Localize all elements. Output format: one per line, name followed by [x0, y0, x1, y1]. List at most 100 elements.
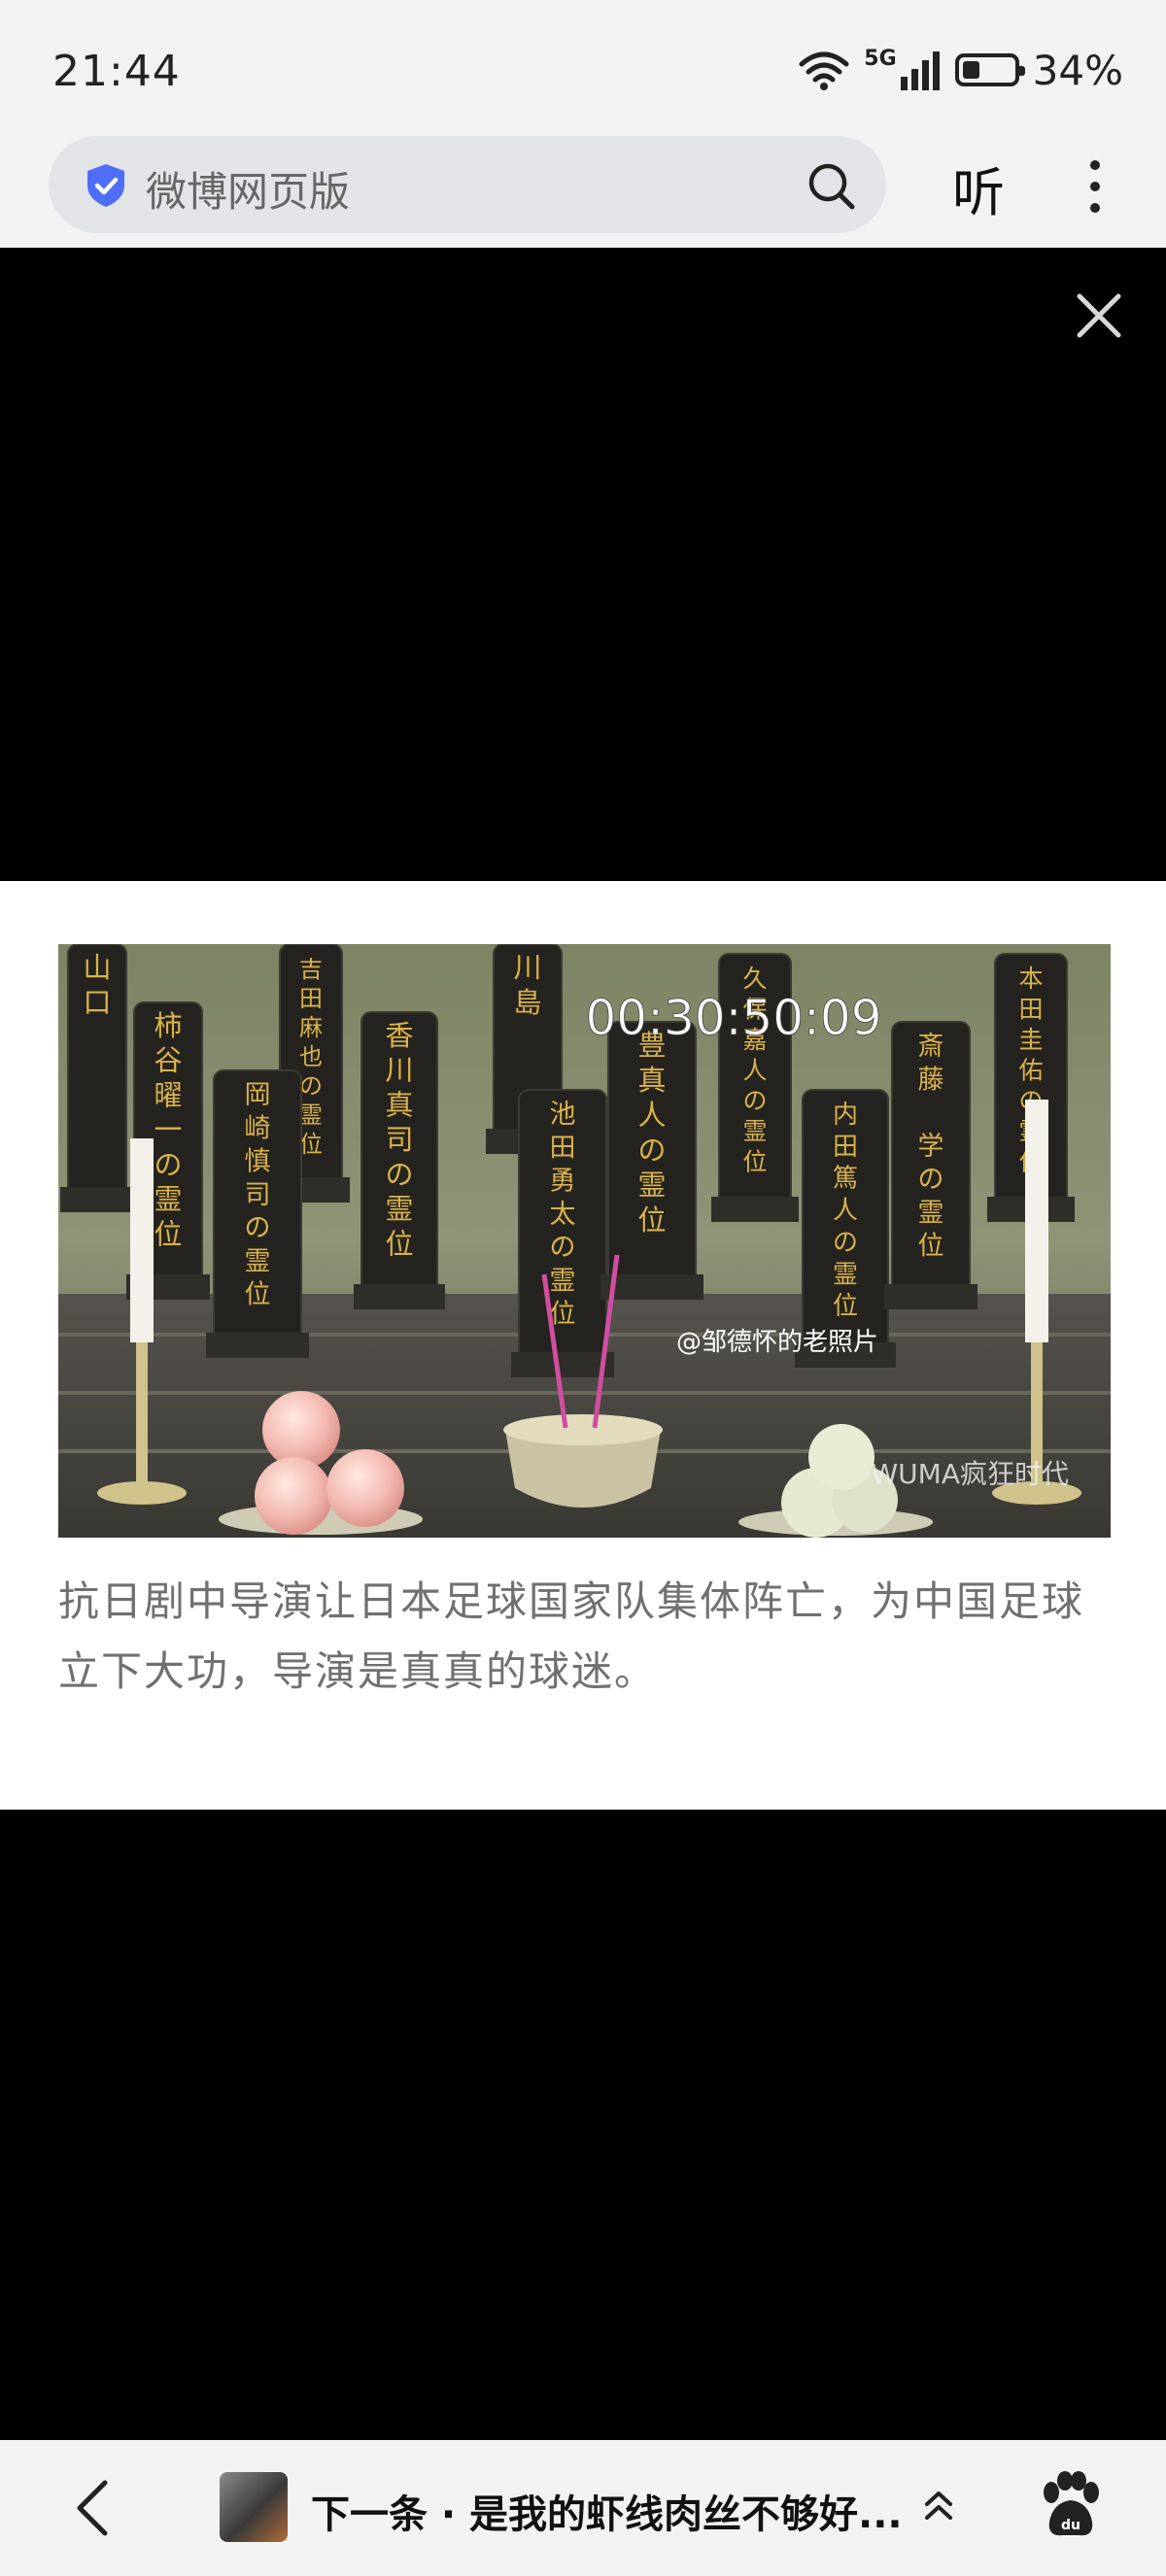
tablet-character: 曜 — [154, 1078, 182, 1111]
memorial-tablet: 池田勇太の霊位 — [511, 1089, 614, 1377]
baidu-paw-icon[interactable]: du — [1040, 2471, 1102, 2539]
tablet-character: 霊 — [299, 1102, 323, 1129]
tablet-character: 崎 — [245, 1113, 271, 1143]
tablet-character: 真 — [637, 1064, 666, 1097]
network-type-label: 5G — [864, 46, 897, 71]
weibo-watermark: @邹德怀的老照片 — [676, 1328, 878, 1357]
tablet-character: 麻 — [299, 1014, 323, 1041]
tablet-character: の — [918, 1165, 944, 1195]
overlay-top — [0, 248, 1166, 881]
overlay-bottom — [0, 1810, 1166, 2440]
tablet-character: 篤 — [833, 1165, 858, 1194]
memorial-tablet: 内田篤人の霊位 — [795, 1089, 896, 1368]
post-card: 山口柿谷曜一の霊位吉田麻也の霊位岡崎慎司の霊位香川真司の霊位川島池田勇太の霊位豊… — [0, 881, 1166, 1810]
tablet-character: の — [245, 1213, 271, 1243]
tablet-character: の — [550, 1233, 576, 1263]
tablet-character: 司 — [385, 1123, 413, 1156]
back-arrow-icon[interactable] — [68, 2477, 117, 2539]
tablet-character: 也 — [299, 1043, 323, 1070]
tablet-character: 本 — [1018, 965, 1043, 993]
memorial-tablet: 斎藤 学の霊位 — [884, 1021, 977, 1309]
tablet-character: 口 — [83, 986, 111, 1019]
tablet-character: 岡 — [245, 1080, 271, 1110]
post-image[interactable]: 山口柿谷曜一の霊位吉田麻也の霊位岡崎慎司の霊位香川真司の霊位川島池田勇太の霊位豊… — [58, 944, 1111, 1538]
memorial-tablet: 岡崎慎司の霊位 — [206, 1069, 309, 1358]
tablet-character: 位 — [637, 1203, 666, 1237]
tablet-character: 位 — [245, 1280, 271, 1310]
tablet-character: 霊 — [918, 1198, 944, 1228]
tablet-character: 川 — [513, 951, 541, 984]
tablet-character: 吉 — [299, 956, 323, 983]
tablet-character: 佑 — [1018, 1056, 1043, 1084]
more-options-icon[interactable] — [1080, 155, 1110, 218]
tablet-character: 谷 — [154, 1044, 182, 1077]
tablet-character: 霊 — [154, 1183, 182, 1216]
tablet-character: 位 — [833, 1292, 858, 1321]
memorial-tablet: 香川真司の霊位 — [354, 1011, 445, 1309]
tablet-character: の — [637, 1134, 666, 1167]
tablet-character: 位 — [154, 1217, 182, 1250]
tablet-character: 斎 — [918, 1032, 944, 1062]
tablet-character: 霊 — [385, 1193, 413, 1226]
tablet-character: 一 — [154, 1113, 182, 1146]
chevron-up-icon[interactable] — [919, 2487, 958, 2525]
next-post-title[interactable]: 下一条 · 是我的虾线肉丝不够好... — [311, 2483, 904, 2539]
tablet-character: の — [742, 1087, 767, 1115]
svg-text:du: du — [1061, 2518, 1080, 2533]
address-bar[interactable]: 微博网页版 — [49, 136, 886, 233]
tablet-character: 位 — [385, 1227, 413, 1260]
tablet-character: 人 — [637, 1099, 666, 1132]
status-icons: 5G 34% — [798, 45, 1123, 95]
tablet-character: 人 — [833, 1197, 858, 1226]
tablet-character: 霊 — [742, 1117, 767, 1145]
bottom-navigation: 下一条 · 是我的虾线肉丝不够好... du — [0, 2440, 1166, 2576]
tablet-character: 藤 — [918, 1065, 944, 1095]
tablet-character: 川 — [385, 1054, 413, 1087]
battery-icon — [954, 53, 1025, 86]
shield-check-icon — [87, 164, 124, 207]
tablet-character: 山 — [83, 951, 111, 984]
post-caption: 抗日剧中导演让日本足球国家队集体阵亡，为中国足球立下大功，导演是真真的球迷。 — [58, 1577, 1085, 1695]
tablet-character: 勇 — [550, 1167, 576, 1197]
tablet-character: 太 — [550, 1200, 576, 1230]
tablet-character: の — [833, 1228, 858, 1257]
signal-icon — [900, 51, 940, 90]
tablet-character: 田 — [833, 1133, 858, 1162]
memorial-tablet: 山口 — [60, 944, 134, 1212]
tablet-character: の — [299, 1072, 323, 1100]
tablet-character: 位 — [918, 1232, 944, 1262]
tablet-character: 司 — [245, 1180, 271, 1210]
tablet-character: 圭 — [1018, 1026, 1043, 1054]
post-image-graphic: 山口柿谷曜一の霊位吉田麻也の霊位岡崎慎司の霊位香川真司の霊位川島池田勇太の霊位豊… — [58, 944, 1111, 1538]
tablet-character: 真 — [385, 1088, 413, 1121]
tablet-character: 学 — [918, 1132, 944, 1162]
tablet-character: 霊 — [637, 1169, 666, 1202]
tablet-character: 霊 — [245, 1246, 271, 1276]
listen-button[interactable]: 听 — [952, 150, 1005, 226]
tablet-character: 慎 — [245, 1147, 271, 1177]
tablet-character: 田 — [299, 985, 323, 1012]
tablet-character: 内 — [833, 1101, 858, 1130]
video-timecode: 00:30:50:09 — [585, 990, 881, 1046]
tablet-character: 田 — [1018, 995, 1043, 1023]
search-icon[interactable] — [805, 159, 857, 212]
tablet-character: の — [154, 1148, 182, 1181]
status-bar: 21:44 5G 34% — [0, 0, 1166, 136]
tablet-character: 久 — [742, 965, 767, 993]
address-bar-text: 微博网页版 — [146, 168, 351, 216]
tablet-character: 柿 — [154, 1009, 182, 1042]
battery-fill — [962, 61, 979, 79]
wifi-icon — [799, 51, 849, 90]
tablet-character: 位 — [742, 1148, 767, 1176]
tablet-character: 人 — [742, 1056, 767, 1084]
tablet-character: 島 — [513, 986, 541, 1019]
wechat-watermark: WUMA疯狂时代 — [872, 1458, 1070, 1490]
next-post-thumbnail[interactable] — [220, 2472, 288, 2542]
tablet-character: 位 — [299, 1131, 323, 1158]
status-time: 21:44 — [52, 47, 181, 96]
close-icon[interactable] — [1075, 291, 1123, 340]
tablet-character: 霊 — [550, 1266, 576, 1296]
tablet-character: 池 — [550, 1100, 576, 1130]
tablet-character: の — [385, 1158, 413, 1191]
browser-toolbar: 微博网页版 听 — [0, 136, 1166, 248]
